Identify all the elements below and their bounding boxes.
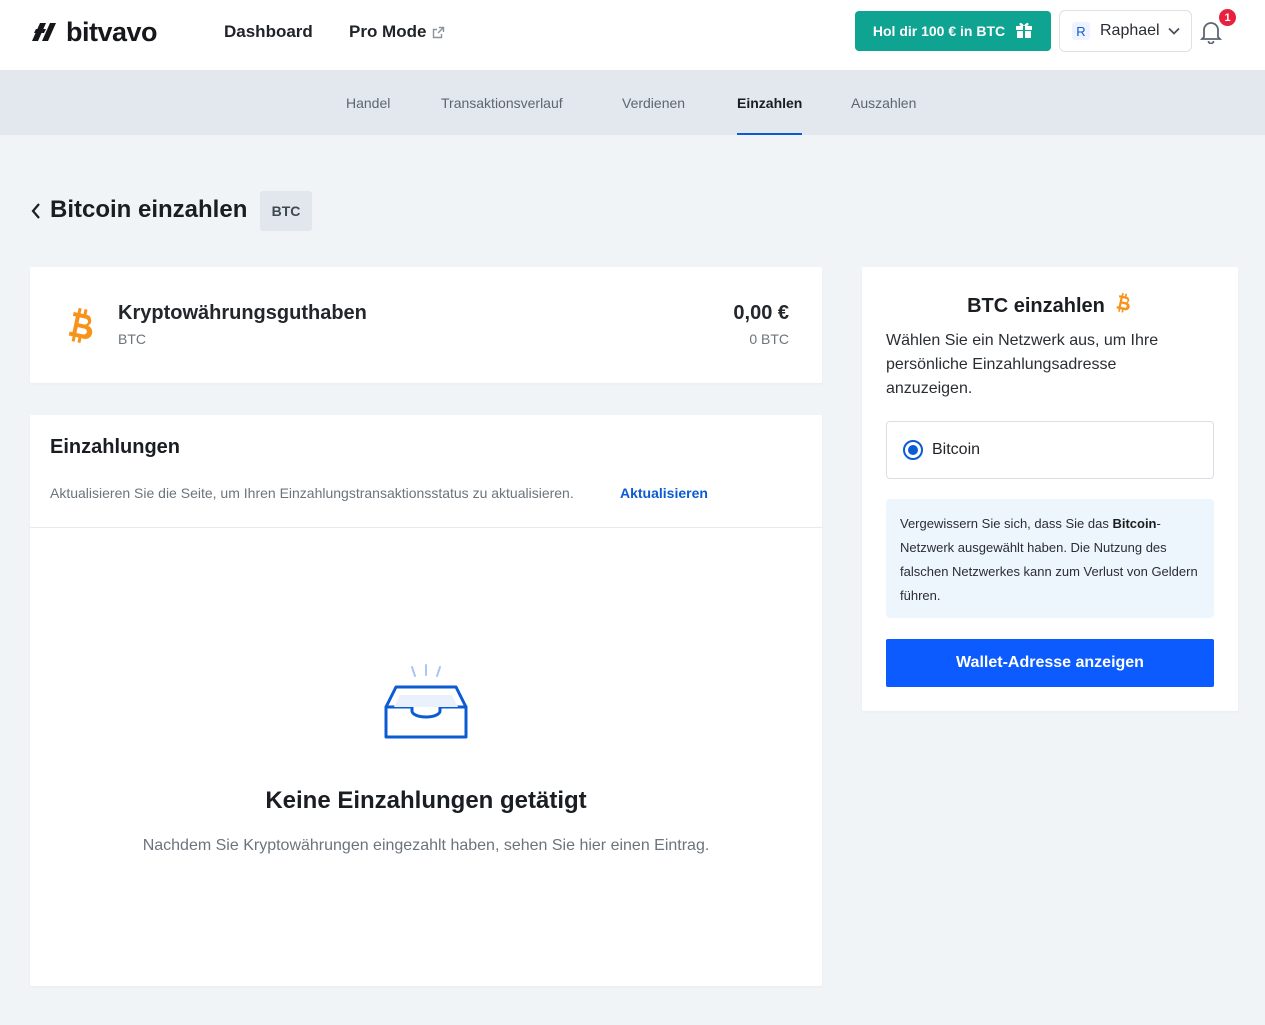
- bitcoin-icon: [66, 307, 98, 350]
- show-wallet-address-button[interactable]: Wallet-Adresse anzeigen: [886, 639, 1214, 687]
- deposit-panel-title: BTC einzahlen: [967, 294, 1105, 317]
- network-warning: Vergewissern Sie sich, dass Sie das Bitc…: [886, 499, 1214, 618]
- user-menu-button[interactable]: R Raphael: [1059, 10, 1192, 52]
- page-title: Bitcoin einzahlen: [50, 196, 248, 223]
- nav-dashboard-label: Dashboard: [224, 22, 313, 41]
- tab-verdienen[interactable]: Verdienen: [622, 71, 685, 135]
- tab-transaktionsverlauf[interactable]: Transaktionsverlauf: [441, 71, 563, 135]
- divider: [30, 527, 822, 528]
- balance-card: Kryptowährungsguthaben BTC 0,00 € 0 BTC: [30, 267, 822, 383]
- nav-pro-mode[interactable]: Pro Mode: [349, 22, 445, 42]
- user-name: Raphael: [1100, 22, 1160, 39]
- network-option-bitcoin[interactable]: Bitcoin: [886, 421, 1214, 479]
- tab-handel[interactable]: Handel: [346, 71, 390, 135]
- warning-network-name: Bitcoin: [1112, 516, 1157, 531]
- external-link-icon: [432, 26, 445, 39]
- nav-dashboard[interactable]: Dashboard: [224, 22, 313, 42]
- deposit-panel-header: BTC einzahlen: [862, 292, 1238, 320]
- chevron-left-icon[interactable]: [30, 202, 42, 225]
- promo-label: Hol dir 100 € in BTC: [872, 23, 1006, 39]
- deposits-hint: Aktualisieren Sie die Seite, um Ihren Ei…: [50, 485, 574, 501]
- network-label: Bitcoin: [932, 441, 981, 458]
- radio-selected-dot: [908, 445, 918, 455]
- avatar: R: [1072, 22, 1090, 40]
- logo-text: bitvavo: [66, 17, 158, 47]
- deposits-title: Einzahlungen: [50, 436, 180, 458]
- notification-badge: 1: [1217, 7, 1238, 28]
- tab-auszahlen[interactable]: Auszahlen: [851, 71, 916, 135]
- balance-value-eur: 0,00 €: [733, 302, 789, 324]
- bitvavo-logo[interactable]: bitvavo: [32, 16, 158, 48]
- balance-value-btc: 0 BTC: [749, 331, 789, 347]
- deposit-panel-description: Wählen Sie ein Netzwerk aus, um Ihre per…: [886, 332, 1159, 397]
- deposits-card: Einzahlungen Aktualisieren Sie die Seite…: [30, 415, 822, 986]
- warning-text-prefix: Vergewissern Sie sich, dass Sie das: [900, 516, 1113, 531]
- bitcoin-icon: [1115, 292, 1133, 320]
- currency-badge: BTC: [260, 191, 312, 231]
- empty-inbox-icon: [382, 663, 470, 750]
- empty-state-subtitle: Nachdem Sie Kryptowährungen eingezahlt h…: [142, 837, 710, 854]
- top-header: bitvavo Dashboard Pro Mode Hol dir 100 €…: [0, 0, 1265, 71]
- balance-symbol: BTC: [118, 331, 146, 347]
- promo-button[interactable]: Hol dir 100 € in BTC: [855, 11, 1051, 51]
- deposit-panel: BTC einzahlen Wählen Sie ein Netzwerk au…: [862, 267, 1238, 711]
- balance-name: Kryptowährungsguthaben: [118, 302, 367, 324]
- chevron-down-icon: [1167, 27, 1180, 35]
- gift-icon: [1015, 21, 1033, 42]
- refresh-link[interactable]: Aktualisieren: [620, 485, 708, 501]
- logo-mark-icon: [32, 23, 56, 41]
- sub-navigation: Handel Transaktionsverlauf Verdienen Ein…: [0, 71, 1265, 135]
- nav-pro-mode-label: Pro Mode: [349, 22, 427, 41]
- network-radio[interactable]: [903, 440, 923, 460]
- tab-einzahlen[interactable]: Einzahlen: [737, 71, 803, 135]
- empty-state-title: Keine Einzahlungen getätigt: [265, 787, 587, 814]
